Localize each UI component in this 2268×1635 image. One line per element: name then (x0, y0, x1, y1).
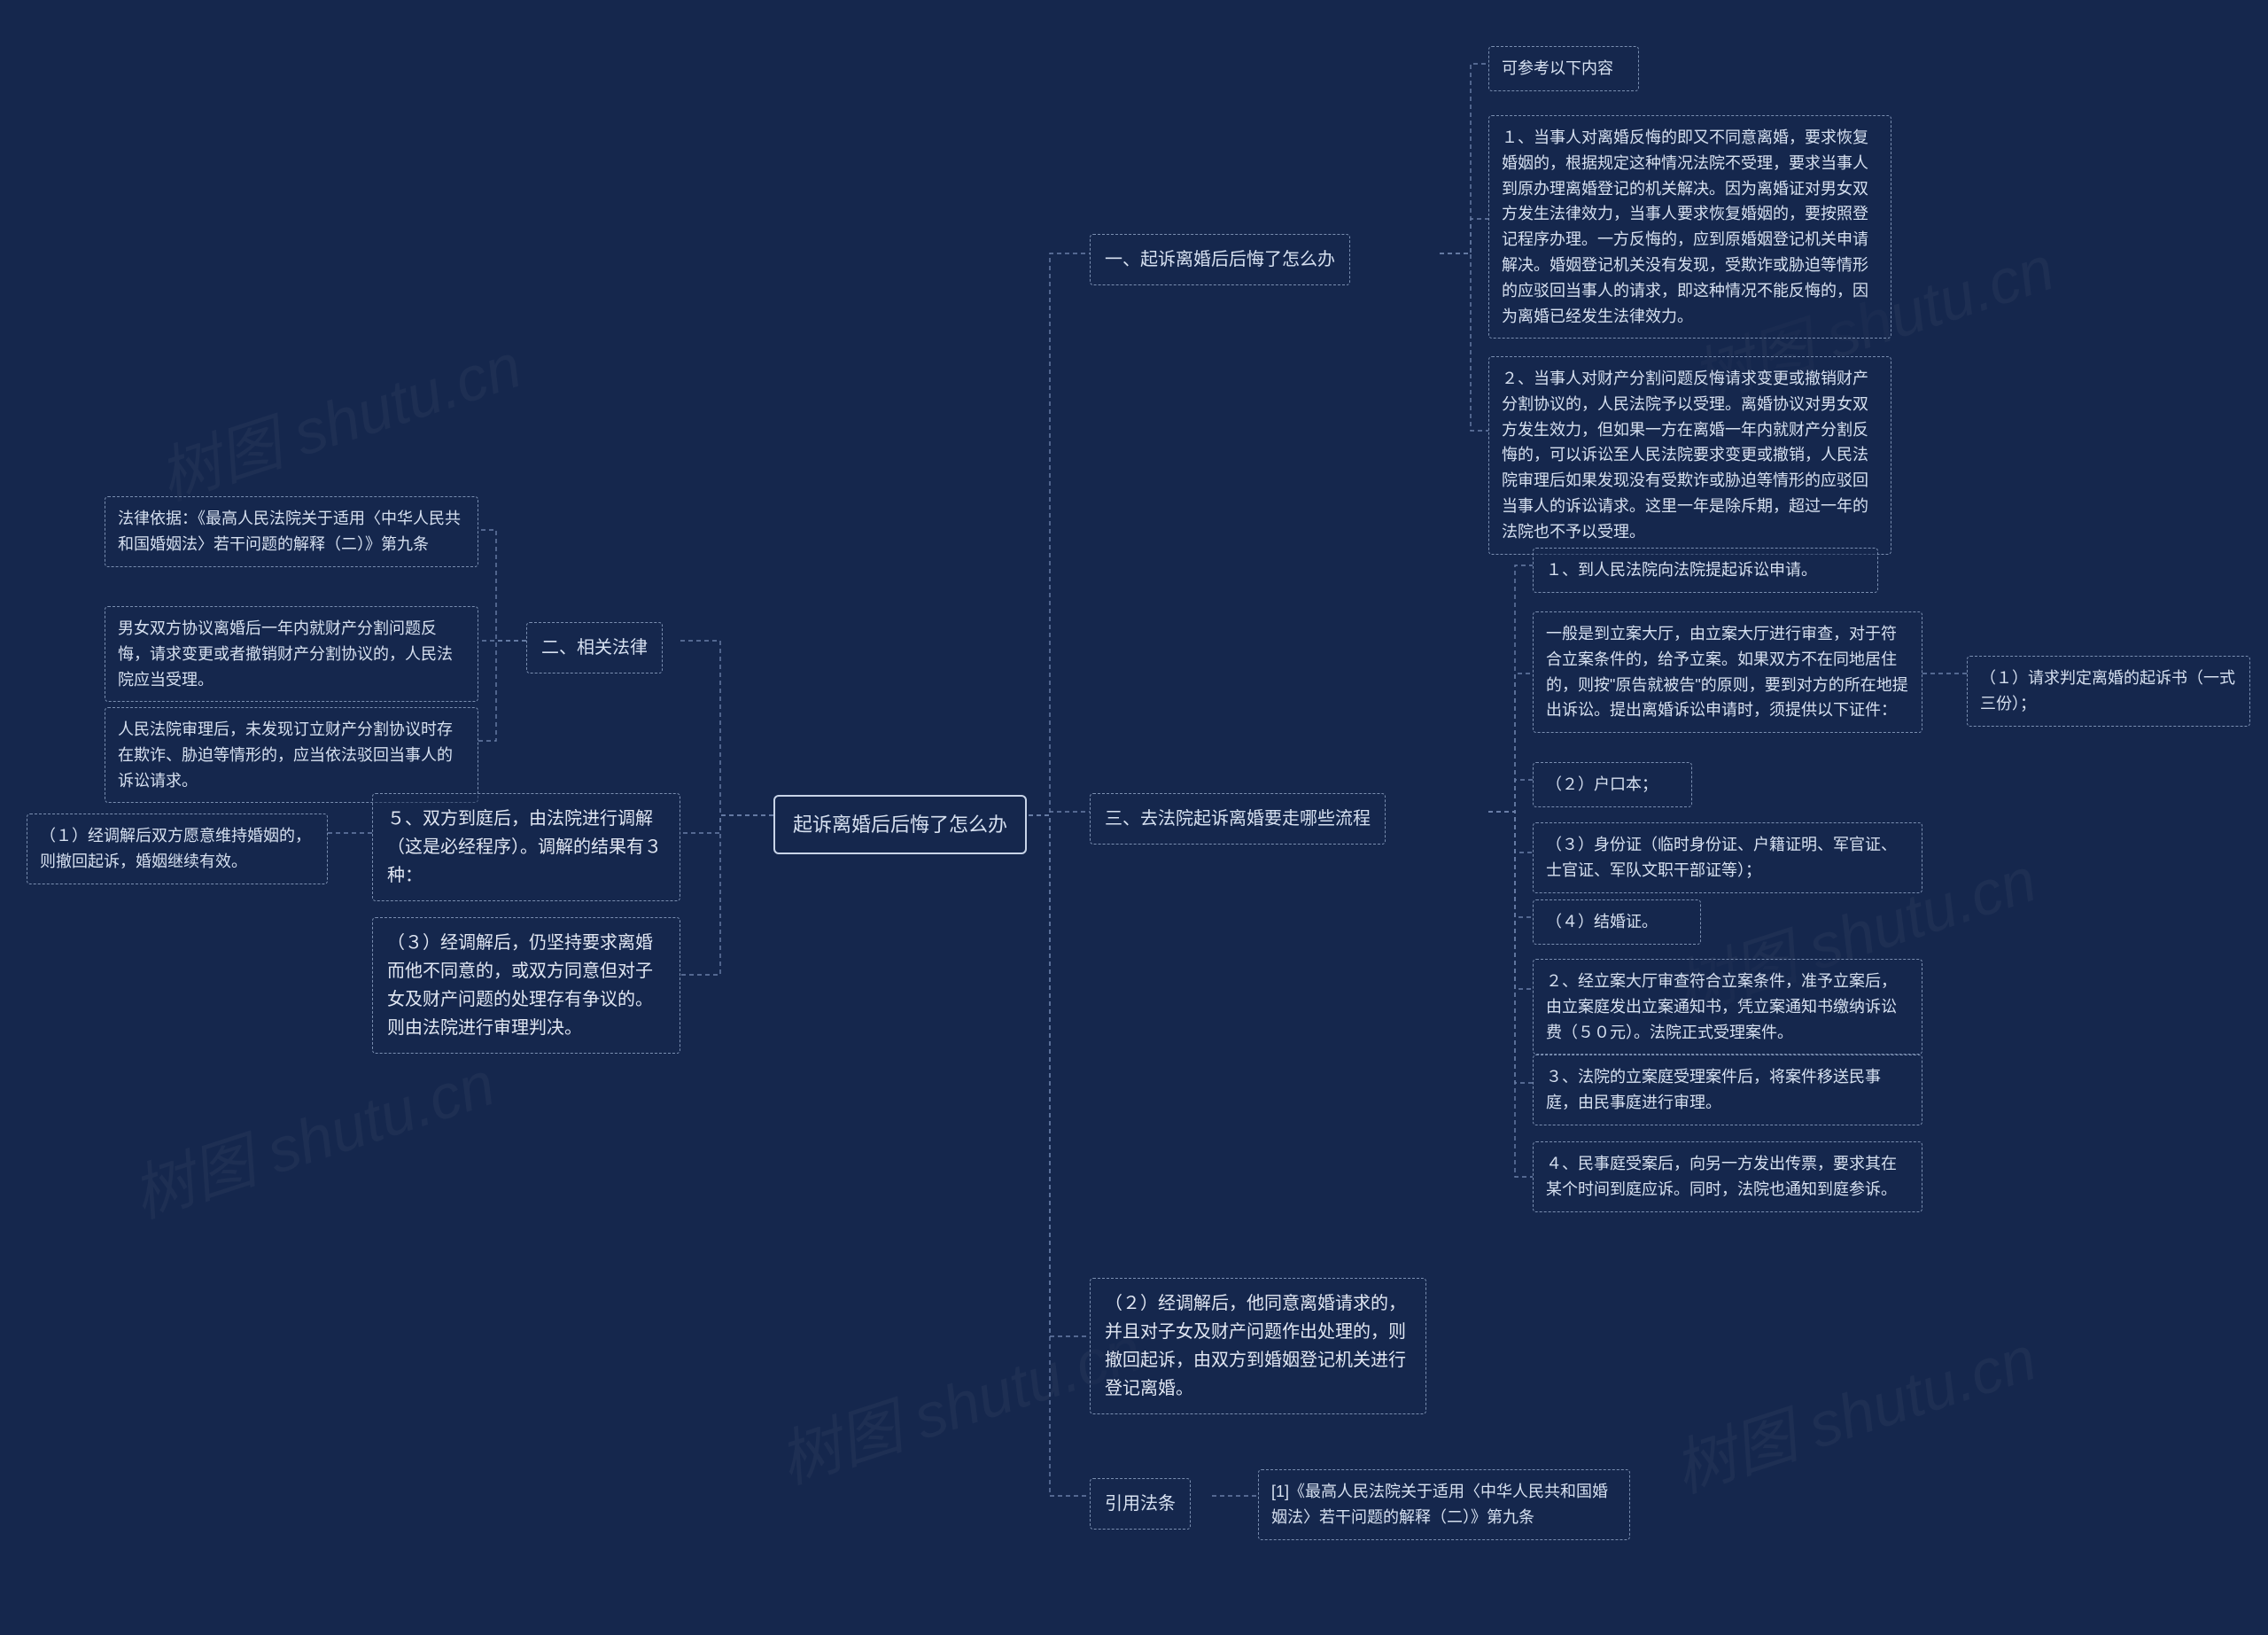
center-node: 起诉离婚后后悔了怎么办 (773, 795, 1027, 854)
section-1-c: ２、当事人对财产分割问题反悔请求变更或撤销财产分割协议的，人民法院予以受理。离婚… (1488, 356, 1891, 555)
section-5-title: 引用法条 (1090, 1478, 1191, 1530)
section-4-a: （１）经调解后双方愿意维持婚姻的，则撤回起诉，婚姻继续有效。 (27, 814, 328, 884)
section-3-b3: （３）身份证（临时身份证、户籍证明、军官证、士官证、军队文职干部证等）； (1533, 822, 1922, 893)
watermark: 树图 shutu.cn (1661, 1309, 2047, 1510)
section-4-c: （３）经调解后，仍坚持要求离婚而他不同意的，或双方同意但对子女及财产问题的处理存… (372, 917, 680, 1054)
section-2-title: 二、相关法律 (526, 622, 663, 673)
section-1-title: 一、起诉离婚后后悔了怎么办 (1090, 234, 1350, 285)
section-1-a: 可参考以下内容 (1488, 46, 1639, 91)
section-2-b: 男女双方协议离婚后一年内就财产分割问题反悔，请求变更或者撤销财产分割协议的，人民… (105, 606, 478, 702)
watermark: 树图 shutu.cn (120, 1034, 505, 1235)
section-3-b: 一般是到立案大厅，由立案大厅进行审查，对于符合立案条件的，给予立案。如果双方不在… (1533, 611, 1922, 733)
section-3-c: ２、经立案大厅审查符合立案条件，准予立案后，由立案庭发出立案通知书，凭立案通知书… (1533, 959, 1922, 1055)
section-1-b: １、当事人对离婚反悔的即又不同意离婚，要求恢复婚姻的，根据规定这种情况法院不受理… (1488, 115, 1891, 339)
section-4-title: ５、双方到庭后，由法院进行调解（这是必经程序）。调解的结果有３种： (372, 793, 680, 901)
watermark: 树图 shutu.cn (146, 316, 532, 518)
section-3-title: 三、去法院起诉离婚要走哪些流程 (1090, 793, 1386, 845)
section-3-a: １、到人民法院向法院提起诉讼申请。 (1533, 548, 1878, 593)
section-3-b4: （４）结婚证。 (1533, 899, 1701, 945)
section-3-b1: （１）请求判定离婚的起诉书（一式三份）； (1967, 656, 2250, 727)
section-5-a: [1]《最高人民法院关于适用〈中华人民共和国婚姻法〉若干问题的解释（二）》第九条 (1258, 1469, 1630, 1540)
section-3-e: ４、民事庭受案后，向另一方发出传票，要求其在某个时间到庭应诉。同时，法院也通知到… (1533, 1141, 1922, 1212)
section-4-b: （２）经调解后，他同意离婚请求的，并且对子女及财产问题作出处理的，则撤回起诉，由… (1090, 1278, 1426, 1414)
section-2-a: 法律依据：《最高人民法院关于适用〈中华人民共和国婚姻法〉若干问题的解释（二）》第… (105, 496, 478, 567)
section-2-c: 人民法院审理后，未发现订立财产分割协议时存在欺诈、胁迫等情形的，应当依法驳回当事… (105, 707, 478, 803)
section-3-b2: （２）户口本； (1533, 762, 1692, 807)
section-3-d: ３、法院的立案庭受理案件后，将案件移送民事庭，由民事庭进行审理。 (1533, 1055, 1922, 1125)
